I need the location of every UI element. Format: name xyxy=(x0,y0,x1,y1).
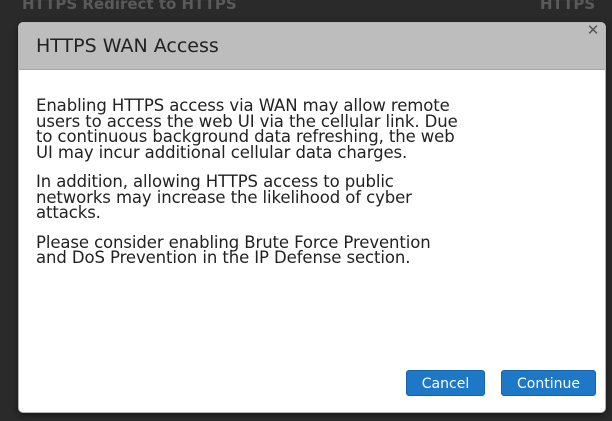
paragraph-line: attacks. xyxy=(36,203,101,222)
https-wan-access-dialog: HTTPS WAN Access ✕ Enabling HTTPS access… xyxy=(18,22,606,413)
cancel-button[interactable]: Cancel xyxy=(406,370,485,396)
background-header: HTTPS Redirect to HTTPS HTTPS xyxy=(0,0,612,16)
background-header-left: HTTPS Redirect to HTTPS xyxy=(22,0,237,13)
dialog-paragraph-2: In addition, allowing HTTPS access to pu… xyxy=(36,173,596,222)
paragraph-line: and DoS Prevention in the IP Defense sec… xyxy=(36,248,411,267)
dialog-title: HTTPS WAN Access xyxy=(36,35,219,57)
dialog-paragraph-1: Enabling HTTPS access via WAN may allow … xyxy=(36,97,596,162)
background-header-right: HTTPS xyxy=(540,0,596,13)
dialog-titlebar: HTTPS WAN Access ✕ xyxy=(19,23,605,70)
paragraph-line: UI may incur additional cellular data ch… xyxy=(36,142,408,162)
dialog-body: Enabling HTTPS access via WAN may allow … xyxy=(36,97,596,280)
dialog-paragraph-3: Please consider enabling Brute Force Pre… xyxy=(36,234,596,267)
close-icon[interactable]: ✕ xyxy=(586,23,600,38)
continue-button[interactable]: Continue xyxy=(501,370,596,396)
